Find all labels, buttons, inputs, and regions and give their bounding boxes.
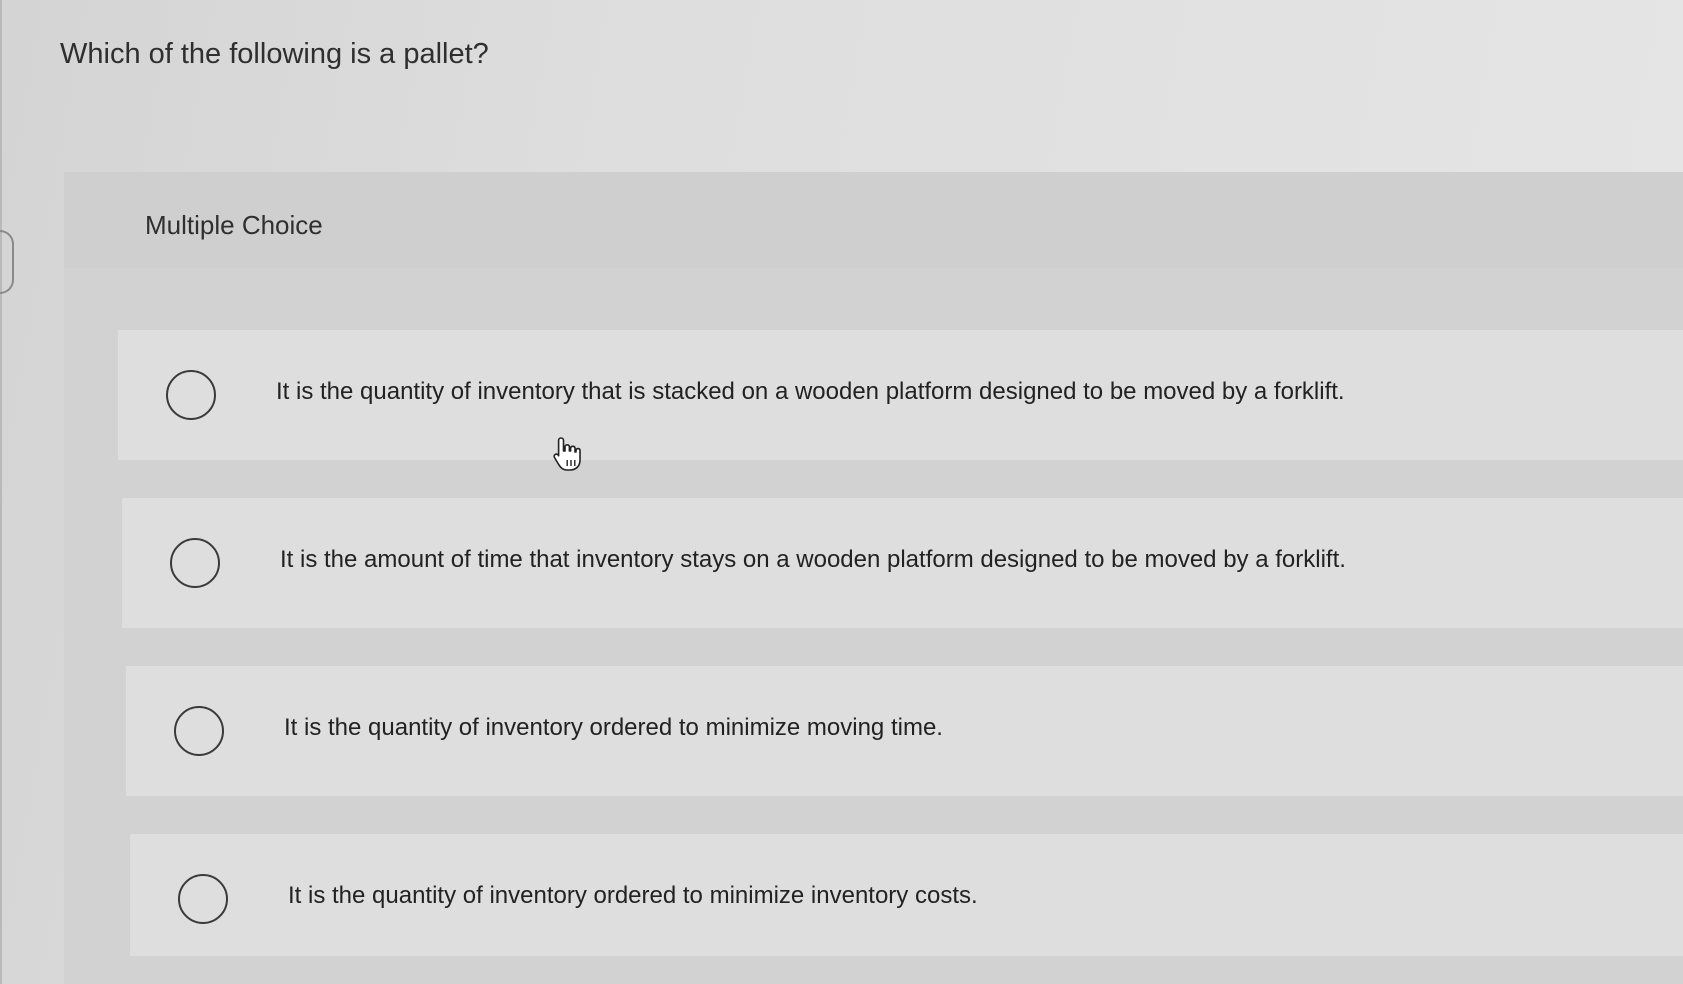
page-background: Which of the following is a pallet? Mult…	[0, 0, 1683, 984]
side-panel-toggle[interactable]	[0, 230, 14, 294]
answer-option-label[interactable]: It is the amount of time that inventory …	[280, 546, 1346, 574]
multiple-choice-label: Multiple Choice	[145, 210, 323, 240]
answer-option-label[interactable]: It is the quantity of inventory that is …	[276, 378, 1345, 406]
radio-button-icon[interactable]	[178, 874, 228, 924]
question-text: Which of the following is a pallet?	[60, 38, 489, 70]
radio-button-icon[interactable]	[166, 370, 216, 420]
answer-option-2[interactable]: It is the amount of time that inventory …	[122, 498, 1683, 628]
answer-option-4[interactable]: It is the quantity of inventory ordered …	[130, 834, 1683, 956]
answer-option-3[interactable]: It is the quantity of inventory ordered …	[126, 666, 1683, 796]
hand-pointer-icon	[553, 437, 581, 471]
answer-option-1[interactable]: It is the quantity of inventory that is …	[118, 330, 1683, 460]
radio-button-icon[interactable]	[174, 706, 224, 756]
answer-option-label[interactable]: It is the quantity of inventory ordered …	[284, 714, 943, 742]
radio-button-icon[interactable]	[170, 538, 220, 588]
answer-option-label[interactable]: It is the quantity of inventory ordered …	[288, 882, 978, 910]
left-window-edge	[0, 0, 2, 984]
